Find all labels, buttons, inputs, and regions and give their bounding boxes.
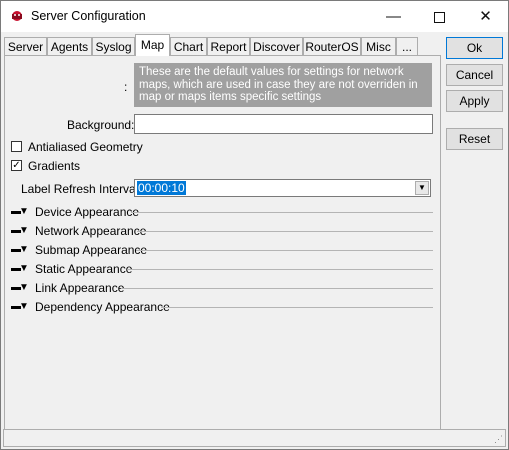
gradients-checkbox[interactable]: ✓ bbox=[11, 160, 22, 171]
minimize-button[interactable]: — bbox=[371, 1, 416, 32]
resize-grip-icon[interactable]: ⋰ bbox=[494, 434, 503, 445]
section-dependency-appearance[interactable]: ▬▼ Dependency Appearance bbox=[11, 300, 433, 316]
close-icon: ✕ bbox=[479, 8, 492, 25]
divider bbox=[161, 307, 433, 308]
triangle-down-icon: ▬▼ bbox=[11, 244, 29, 255]
section-device-appearance[interactable]: ▬▼ Device Appearance bbox=[11, 205, 433, 221]
label-refresh-interval-value: 00:00:10 bbox=[137, 181, 186, 195]
app-icon bbox=[12, 11, 22, 21]
triangle-down-icon: ▬▼ bbox=[11, 206, 29, 217]
section-link-appearance[interactable]: ▬▼ Link Appearance bbox=[11, 281, 433, 297]
section-label: Network Appearance bbox=[35, 224, 147, 238]
info-note: These are the default values for setting… bbox=[134, 63, 432, 107]
maximize-button[interactable] bbox=[417, 1, 462, 32]
tab-discover[interactable]: Discover bbox=[250, 37, 303, 55]
section-network-appearance[interactable]: ▬▼ Network Appearance bbox=[11, 224, 433, 240]
chevron-down-icon[interactable]: ▼ bbox=[415, 181, 429, 195]
antialiased-geometry-checkbox[interactable] bbox=[11, 141, 22, 152]
tab-agents[interactable]: Agents bbox=[47, 37, 92, 55]
section-label: Link Appearance bbox=[35, 281, 125, 295]
tab-chart[interactable]: Chart bbox=[170, 37, 207, 55]
minimize-icon: — bbox=[386, 8, 401, 25]
triangle-down-icon: ▬▼ bbox=[11, 263, 29, 274]
server-configuration-window: Server Configuration — ✕ Server Agents S… bbox=[0, 0, 509, 450]
reset-button[interactable]: Reset bbox=[446, 128, 503, 150]
section-label: Static Appearance bbox=[35, 262, 133, 276]
tab-report[interactable]: Report bbox=[207, 37, 250, 55]
antialiased-geometry-label: Antialiased Geometry bbox=[28, 140, 143, 154]
tab-server[interactable]: Server bbox=[4, 37, 47, 55]
tab-map[interactable]: Map bbox=[135, 34, 170, 56]
divider bbox=[137, 231, 433, 232]
checkmark-icon: ✓ bbox=[12, 160, 21, 171]
maximize-icon bbox=[434, 12, 445, 23]
window-title: Server Configuration bbox=[31, 9, 146, 23]
divider bbox=[136, 250, 433, 251]
triangle-down-icon: ▬▼ bbox=[11, 282, 29, 293]
title-bar: Server Configuration — ✕ bbox=[1, 1, 508, 32]
section-label: Submap Appearance bbox=[35, 243, 148, 257]
label-refresh-interval-label: Label Refresh Interval: bbox=[21, 182, 142, 196]
gradients-label: Gradients bbox=[28, 159, 81, 173]
section-static-appearance[interactable]: ▬▼ Static Appearance bbox=[11, 262, 433, 278]
triangle-down-icon: ▬▼ bbox=[11, 301, 29, 312]
tab-misc[interactable]: Misc bbox=[361, 37, 396, 55]
background-label: Background: bbox=[67, 118, 135, 132]
close-button[interactable]: ✕ bbox=[463, 1, 508, 32]
section-label: Dependency Appearance bbox=[35, 300, 170, 314]
tab-strip: Server Agents Syslog Map Chart Report Di… bbox=[4, 34, 440, 56]
apply-button[interactable]: Apply bbox=[446, 90, 503, 112]
status-bar: ⋰ bbox=[3, 429, 506, 447]
tab-more[interactable]: ... bbox=[396, 37, 418, 55]
note-label: : bbox=[124, 80, 128, 94]
ok-button[interactable]: Ok bbox=[446, 37, 503, 59]
tab-syslog[interactable]: Syslog bbox=[92, 37, 135, 55]
divider bbox=[131, 212, 433, 213]
section-submap-appearance[interactable]: ▬▼ Submap Appearance bbox=[11, 243, 433, 259]
background-field[interactable] bbox=[134, 114, 433, 134]
cancel-button[interactable]: Cancel bbox=[446, 64, 503, 86]
tab-routeros[interactable]: RouterOS bbox=[303, 37, 361, 55]
divider bbox=[127, 269, 433, 270]
divider bbox=[121, 288, 433, 289]
section-label: Device Appearance bbox=[35, 205, 140, 219]
triangle-down-icon: ▬▼ bbox=[11, 225, 29, 236]
label-refresh-interval-select[interactable]: 00:00:10 ▼ bbox=[134, 179, 431, 197]
